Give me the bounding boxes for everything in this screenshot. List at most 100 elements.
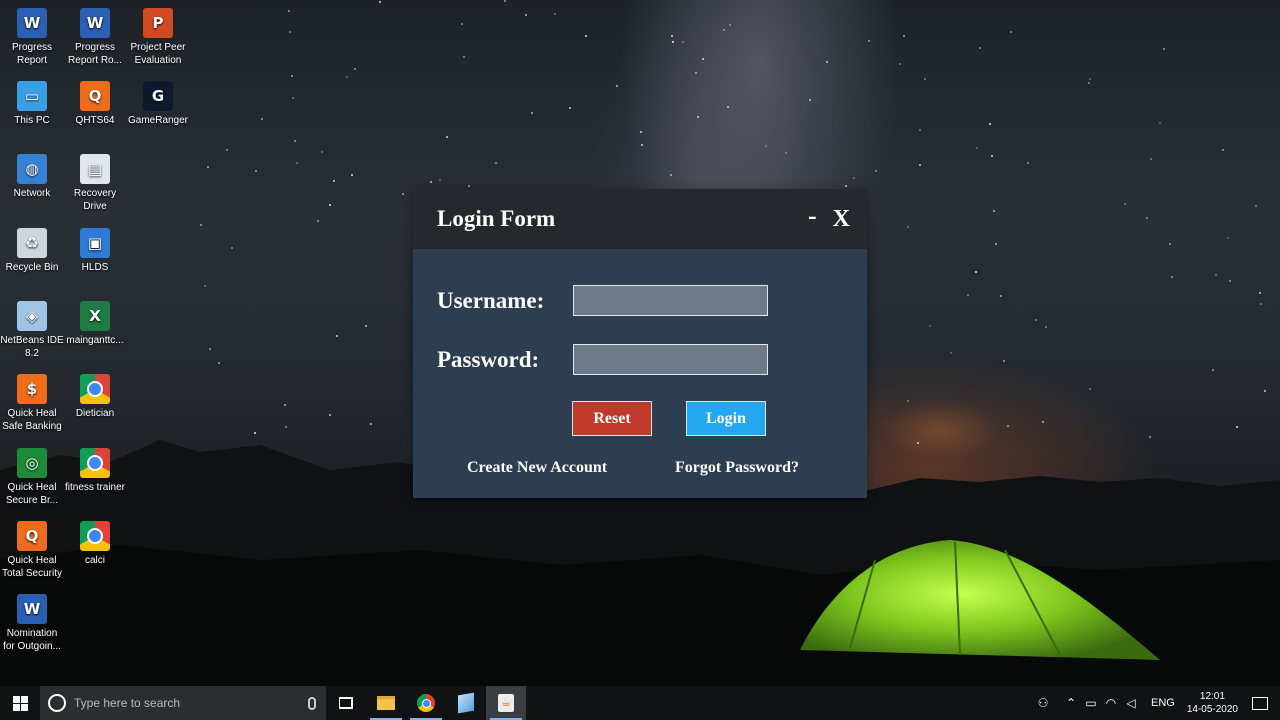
chevron-up-icon[interactable]: ⌃ (1061, 686, 1081, 720)
desktop-icon-qhts64[interactable]: Q QHTS64 (63, 77, 127, 143)
star (288, 31, 291, 34)
netbeans-cube-icon: ◈ (17, 301, 47, 331)
search-placeholder: Type here to search (74, 696, 181, 710)
desktop-icon-progress-report[interactable]: W Progress Report (0, 4, 64, 70)
window-title: Login Form (437, 206, 556, 231)
title-bar[interactable]: Login Form - X (413, 189, 867, 249)
clock-time: 12:01 (1199, 691, 1225, 702)
desktop-icon-progress-report-ro[interactable]: W Progress Report Ro... (63, 4, 127, 70)
star (898, 62, 901, 65)
star (295, 162, 298, 165)
star (203, 285, 206, 287)
star (764, 144, 767, 147)
star (1228, 280, 1231, 283)
star (329, 204, 332, 207)
desktop-icon-nomination[interactable]: W Nomination for Outgoin... (0, 590, 64, 656)
task-view-icon (339, 697, 353, 709)
desktop-icon-label: Progress Report Ro... (68, 42, 122, 66)
desktop-icon-recycle-bin[interactable]: ♻ Recycle Bin (0, 224, 64, 290)
star (1171, 275, 1174, 278)
microphone-icon[interactable] (308, 696, 316, 710)
star (446, 136, 449, 139)
password-input[interactable] (573, 344, 768, 375)
star (1088, 82, 1091, 85)
star (1148, 436, 1151, 439)
star (728, 23, 731, 26)
star (353, 67, 356, 70)
star (230, 246, 233, 249)
star (809, 99, 812, 102)
taskbar-java-app[interactable]: ☕ (486, 686, 526, 720)
desktop-icon-netbeans[interactable]: ◈ NetBeans IDE 8.2 (0, 297, 64, 363)
create-account-link[interactable]: Create New Account (467, 459, 607, 477)
wifi-icon[interactable]: ◠ (1101, 686, 1121, 720)
desktop-icon-recovery-drive[interactable]: ▤ Recovery Drive (63, 150, 127, 216)
battery-icon[interactable]: ▭ (1081, 686, 1101, 720)
star (370, 423, 373, 426)
desktop-icon-hlds[interactable]: ▣ HLDS (63, 224, 127, 290)
quick-heal-icon: Q (80, 81, 110, 111)
reset-button[interactable]: Reset (572, 401, 652, 436)
star (616, 84, 619, 87)
star (207, 165, 210, 168)
desktop-icon-label: Recycle Bin (5, 262, 59, 273)
desktop-icon-label: mainganttc... (66, 335, 124, 346)
desktop-icon-label: QHTS64 (75, 115, 115, 126)
taskbar-file-explorer[interactable] (366, 686, 406, 720)
desktop-icon-fitness-trainer[interactable]: fitness trainer (63, 444, 127, 510)
language-indicator[interactable]: ENG (1151, 697, 1175, 709)
volume-icon[interactable]: ◁ (1121, 686, 1141, 720)
powerpoint-icon: P (143, 8, 173, 38)
star (328, 413, 331, 416)
excel-icon: X (80, 301, 110, 331)
star (462, 56, 465, 59)
quick-heal-icon: Q (17, 521, 47, 551)
desktop-icon-dietician[interactable]: Dietician (63, 370, 127, 436)
recycle-bin-icon: ♻ (17, 228, 47, 258)
desktop-icon-quick-heal-safe-banking[interactable]: $ Quick Heal Safe Banking (0, 370, 64, 436)
desktop-icon-label: HLDS (81, 262, 109, 273)
star (316, 219, 319, 222)
desktop-icon-network[interactable]: ◍ Network (0, 150, 64, 216)
star (255, 169, 258, 172)
login-button[interactable]: Login (686, 401, 766, 436)
star (460, 23, 463, 26)
start-button[interactable] (0, 686, 40, 720)
taskbar-chrome[interactable] (406, 686, 446, 720)
star (993, 209, 996, 212)
close-button[interactable]: X (833, 206, 850, 233)
quick-heal-banking-icon: $ (17, 374, 47, 404)
star (260, 118, 263, 121)
desktop-icon-mainganttc[interactable]: X mainganttc... (63, 297, 127, 363)
username-input[interactable] (573, 285, 768, 316)
star (845, 184, 848, 187)
star (919, 164, 922, 167)
search-box[interactable]: Type here to search (40, 686, 326, 720)
star (1169, 242, 1172, 245)
desktop-icon-calci[interactable]: calci (63, 517, 127, 583)
star (1259, 292, 1262, 295)
star (351, 173, 354, 176)
desktop-icon-this-pc[interactable]: ▭ This PC (0, 77, 64, 143)
gameranger-icon: G (143, 81, 173, 111)
star (1042, 420, 1045, 423)
desktop-icon-quick-heal-total-security[interactable]: Q Quick Heal Total Security (0, 517, 64, 583)
clock[interactable]: 12:01 14-05-2020 (1187, 690, 1238, 716)
username-label: Username: (437, 287, 545, 313)
desktop-icon-quick-heal-secure-browser[interactable]: ◎ Quick Heal Secure Br... (0, 444, 64, 510)
people-icon[interactable]: ⚇ (1033, 686, 1053, 720)
notification-icon[interactable] (1252, 696, 1268, 710)
star (1026, 161, 1029, 164)
username-row: Username: (437, 285, 768, 316)
taskbar-netbeans[interactable] (446, 686, 486, 720)
desktop-icon-project-peer-evaluation[interactable]: P Project Peer Evaluation (126, 4, 190, 70)
star (907, 226, 910, 228)
minimize-button[interactable]: - (808, 201, 817, 231)
star (1034, 318, 1037, 321)
star (253, 431, 256, 434)
star (670, 173, 673, 176)
forgot-password-link[interactable]: Forgot Password? (675, 459, 799, 477)
star (671, 34, 674, 37)
desktop-icon-gameranger[interactable]: G GameRanger (126, 77, 190, 143)
task-view-button[interactable] (326, 686, 366, 720)
